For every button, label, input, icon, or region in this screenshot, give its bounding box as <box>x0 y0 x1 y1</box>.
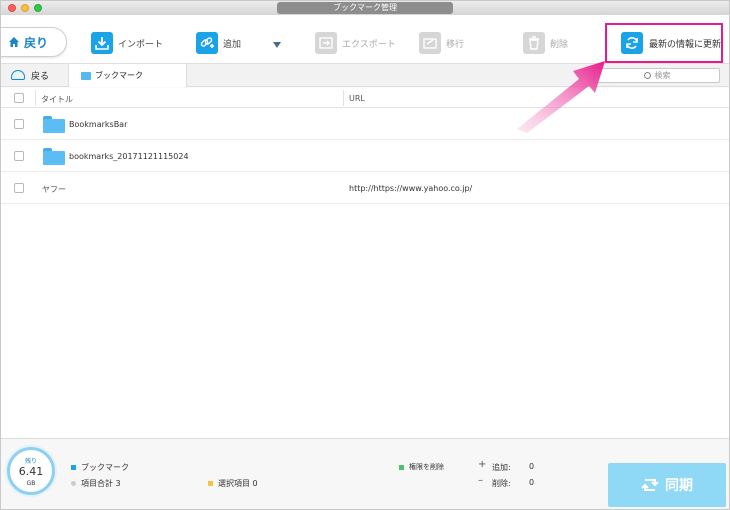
total-items-label: 項目合計 3 <box>81 479 121 488</box>
sync-icon <box>641 479 659 491</box>
refresh-icon <box>621 32 643 54</box>
migrate-label: 移行 <box>446 39 465 50</box>
add-button[interactable]: 追加 <box>196 29 241 57</box>
table-row[interactable]: bookmarks_20171121115024 <box>1 140 729 172</box>
cloud-back-icon <box>11 70 25 80</box>
sync-label: 同期 <box>665 478 693 494</box>
bookmark-table: タイトル URL BookmarksBar bookmarks_20171121… <box>1 88 729 438</box>
import-button[interactable]: インポート <box>91 29 163 57</box>
breadcrumb[interactable]: ブックマーク <box>69 64 187 87</box>
navigation-bar: 戻る ブックマーク 検索 <box>1 63 729 87</box>
search-input[interactable]: 検索 <box>594 68 720 83</box>
row-title: bookmarks_20171121115024 <box>69 152 189 161</box>
refresh-button[interactable]: 最新の情報に更新 <box>605 23 723 63</box>
column-divider <box>35 90 36 106</box>
add-label: 追加 <box>223 39 242 50</box>
table-header: タイトル URL <box>1 88 729 108</box>
table-row[interactable]: BookmarksBar <box>1 108 729 140</box>
row-title: BookmarksBar <box>69 120 128 129</box>
export-icon <box>315 32 337 54</box>
breadcrumb-label: ブックマーク <box>95 71 143 80</box>
row-url: http://https://www.yahoo.co.jp/ <box>349 184 473 193</box>
remove-count-value: 0 <box>529 478 535 487</box>
add-count-label: 追加: <box>492 463 511 472</box>
remove-count-label: 削除: <box>492 479 511 488</box>
legend-swatch <box>399 464 404 470</box>
home-icon <box>9 37 19 47</box>
back-button[interactable]: 戻り <box>1 27 67 57</box>
table-row[interactable]: ヤフー http://https://www.yahoo.co.jp/ <box>1 172 729 204</box>
legend-swatch <box>71 465 76 470</box>
export-label: エクスポート <box>342 39 396 50</box>
refresh-label: 最新の情報に更新 <box>649 39 722 50</box>
row-checkbox[interactable] <box>14 151 24 161</box>
column-title[interactable]: タイトル <box>41 94 73 105</box>
export-button[interactable]: エクスポート <box>315 29 396 57</box>
sync-button[interactable]: 同期 <box>608 463 726 507</box>
add-link-icon <box>196 32 218 54</box>
column-url[interactable]: URL <box>349 94 365 103</box>
row-title: ヤフー <box>42 185 66 194</box>
delete-label: 削除 <box>550 39 569 50</box>
title-bar: ブックマーク管理 <box>1 1 729 15</box>
legend-total: 項目合計 3 <box>71 478 121 489</box>
window-title: ブックマーク管理 <box>277 2 453 14</box>
add-dropdown-chevron-icon[interactable] <box>273 42 281 48</box>
migrate-icon <box>419 32 441 54</box>
row-checkbox[interactable] <box>14 119 24 129</box>
selected-items-label: 選択項目 0 <box>218 479 258 488</box>
nav-back-button[interactable]: 戻る <box>1 64 69 86</box>
legend-bookmark: ブックマーク <box>71 462 129 473</box>
search-icon <box>643 72 651 79</box>
column-divider <box>343 90 344 106</box>
nav-back-label: 戻る <box>31 71 50 82</box>
storage-gauge: 残り 6.41 GB <box>7 447 55 495</box>
storage-value: 6.41 <box>18 465 44 478</box>
legend-selected: 選択項目 0 <box>208 478 258 489</box>
plus-icon: + <box>478 459 487 470</box>
toolbar: 戻り インポート 追加 エクスポート 移行 削除 最新の情報に更新 <box>1 15 729 63</box>
add-count-value: 0 <box>529 462 535 471</box>
legend-bookmark-label: ブックマーク <box>81 463 129 472</box>
migrate-button[interactable]: 移行 <box>419 29 464 57</box>
row-checkbox[interactable] <box>14 183 24 193</box>
minimize-window-button[interactable] <box>21 4 29 12</box>
select-all-checkbox[interactable] <box>14 93 24 103</box>
folder-icon <box>81 71 91 80</box>
delete-button[interactable]: 削除 <box>523 29 568 57</box>
zoom-window-button[interactable] <box>34 4 42 12</box>
legend-swatch <box>71 481 76 486</box>
search-placeholder: 検索 <box>654 71 671 80</box>
status-bar: 残り 6.41 GB ブックマーク 項目合計 3 選択項目 0 権限を削除 + … <box>1 438 729 509</box>
trash-icon <box>523 32 545 54</box>
legend-delete-permission: 権限を削除 <box>399 462 444 472</box>
app-window: ブックマーク管理 戻り インポート 追加 エクスポート 移行 削除 最新の情報に… <box>0 0 730 510</box>
storage-unit: GB <box>26 480 36 487</box>
back-button-label: 戻り <box>24 35 49 50</box>
delete-permission-label: 権限を削除 <box>409 463 444 471</box>
import-icon <box>91 32 113 54</box>
storage-label: 残り <box>24 458 37 465</box>
folder-icon <box>43 148 65 165</box>
folder-icon <box>43 116 65 133</box>
legend-swatch <box>208 481 213 486</box>
import-label: インポート <box>118 39 164 50</box>
minus-icon: – <box>478 475 483 486</box>
close-window-button[interactable] <box>8 4 16 12</box>
